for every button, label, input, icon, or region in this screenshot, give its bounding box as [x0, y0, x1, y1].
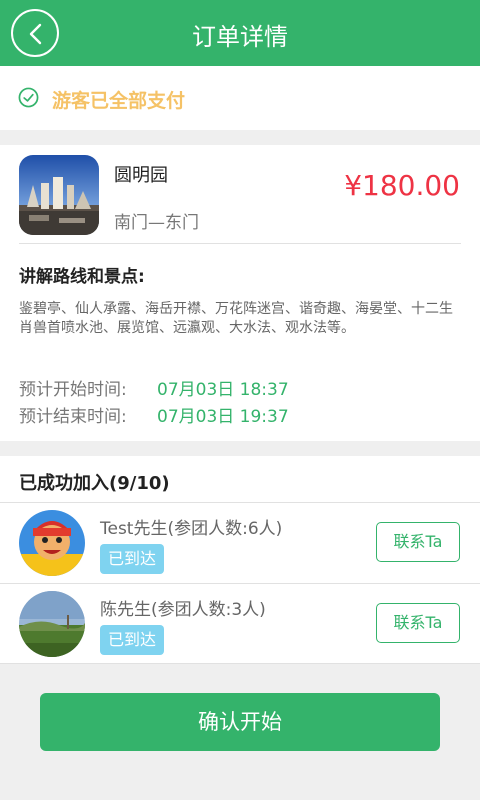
- page-title: 订单详情: [192, 23, 288, 51]
- spot-thumbnail: [19, 155, 99, 235]
- start-time-row: 预计开始时间: 07月03日 18:37: [19, 375, 289, 400]
- list-item: Test先生(参团人数:6人) 已到达 联系Ta: [0, 503, 480, 583]
- order-price: ¥180.00: [344, 169, 460, 202]
- spot-route: 南门—东门: [114, 213, 199, 233]
- start-time-label: 预计开始时间:: [19, 380, 127, 400]
- members-title: 已成功加入(9/10): [19, 473, 170, 494]
- end-time-value: 07月03日 19:37: [157, 407, 289, 427]
- guide-route-spots: 鉴碧亭、仙人承露、海岳开襟、万花阵迷宫、谐奇趣、海晏堂、十二生肖兽首喷水池、展览…: [19, 301, 453, 336]
- contact-button[interactable]: 联系Ta: [376, 603, 460, 643]
- app-header: 订单详情: [0, 0, 480, 66]
- list-item: 陈先生(参团人数:3人) 已到达 联系Ta: [0, 584, 480, 664]
- payment-status-bar: 游客已全部支付: [0, 66, 480, 130]
- end-time-label: 预计结束时间:: [19, 407, 127, 427]
- member-name: 陈先生(参团人数:3人): [100, 600, 266, 620]
- members-card: 已成功加入(9/10) Test先生(参团人数:6人) 已到达 联系Ta 陈先生…: [0, 456, 480, 664]
- end-time-row: 预计结束时间: 07月03日 19:37: [19, 402, 289, 427]
- arrived-badge: 已到达: [100, 544, 165, 574]
- avatar: [19, 510, 85, 576]
- payment-status-text: 游客已全部支付: [52, 90, 186, 112]
- order-card: 圆明园 南门—东门 ¥180.00 讲解路线和景点: 鉴碧亭、仙人承露、海岳开襟…: [0, 145, 480, 441]
- avatar: [19, 591, 85, 657]
- confirm-start-button[interactable]: 确认开始: [40, 693, 440, 751]
- divider: [0, 663, 480, 664]
- start-time-value: 07月03日 18:37: [157, 380, 289, 400]
- check-circle-icon: [18, 87, 39, 108]
- arrived-badge: 已到达: [100, 625, 165, 655]
- contact-button[interactable]: 联系Ta: [376, 522, 460, 562]
- divider: [19, 243, 461, 244]
- guide-route-title: 讲解路线和景点:: [19, 267, 145, 287]
- spot-name: 圆明园: [114, 165, 168, 186]
- member-name: Test先生(参团人数:6人): [100, 519, 283, 539]
